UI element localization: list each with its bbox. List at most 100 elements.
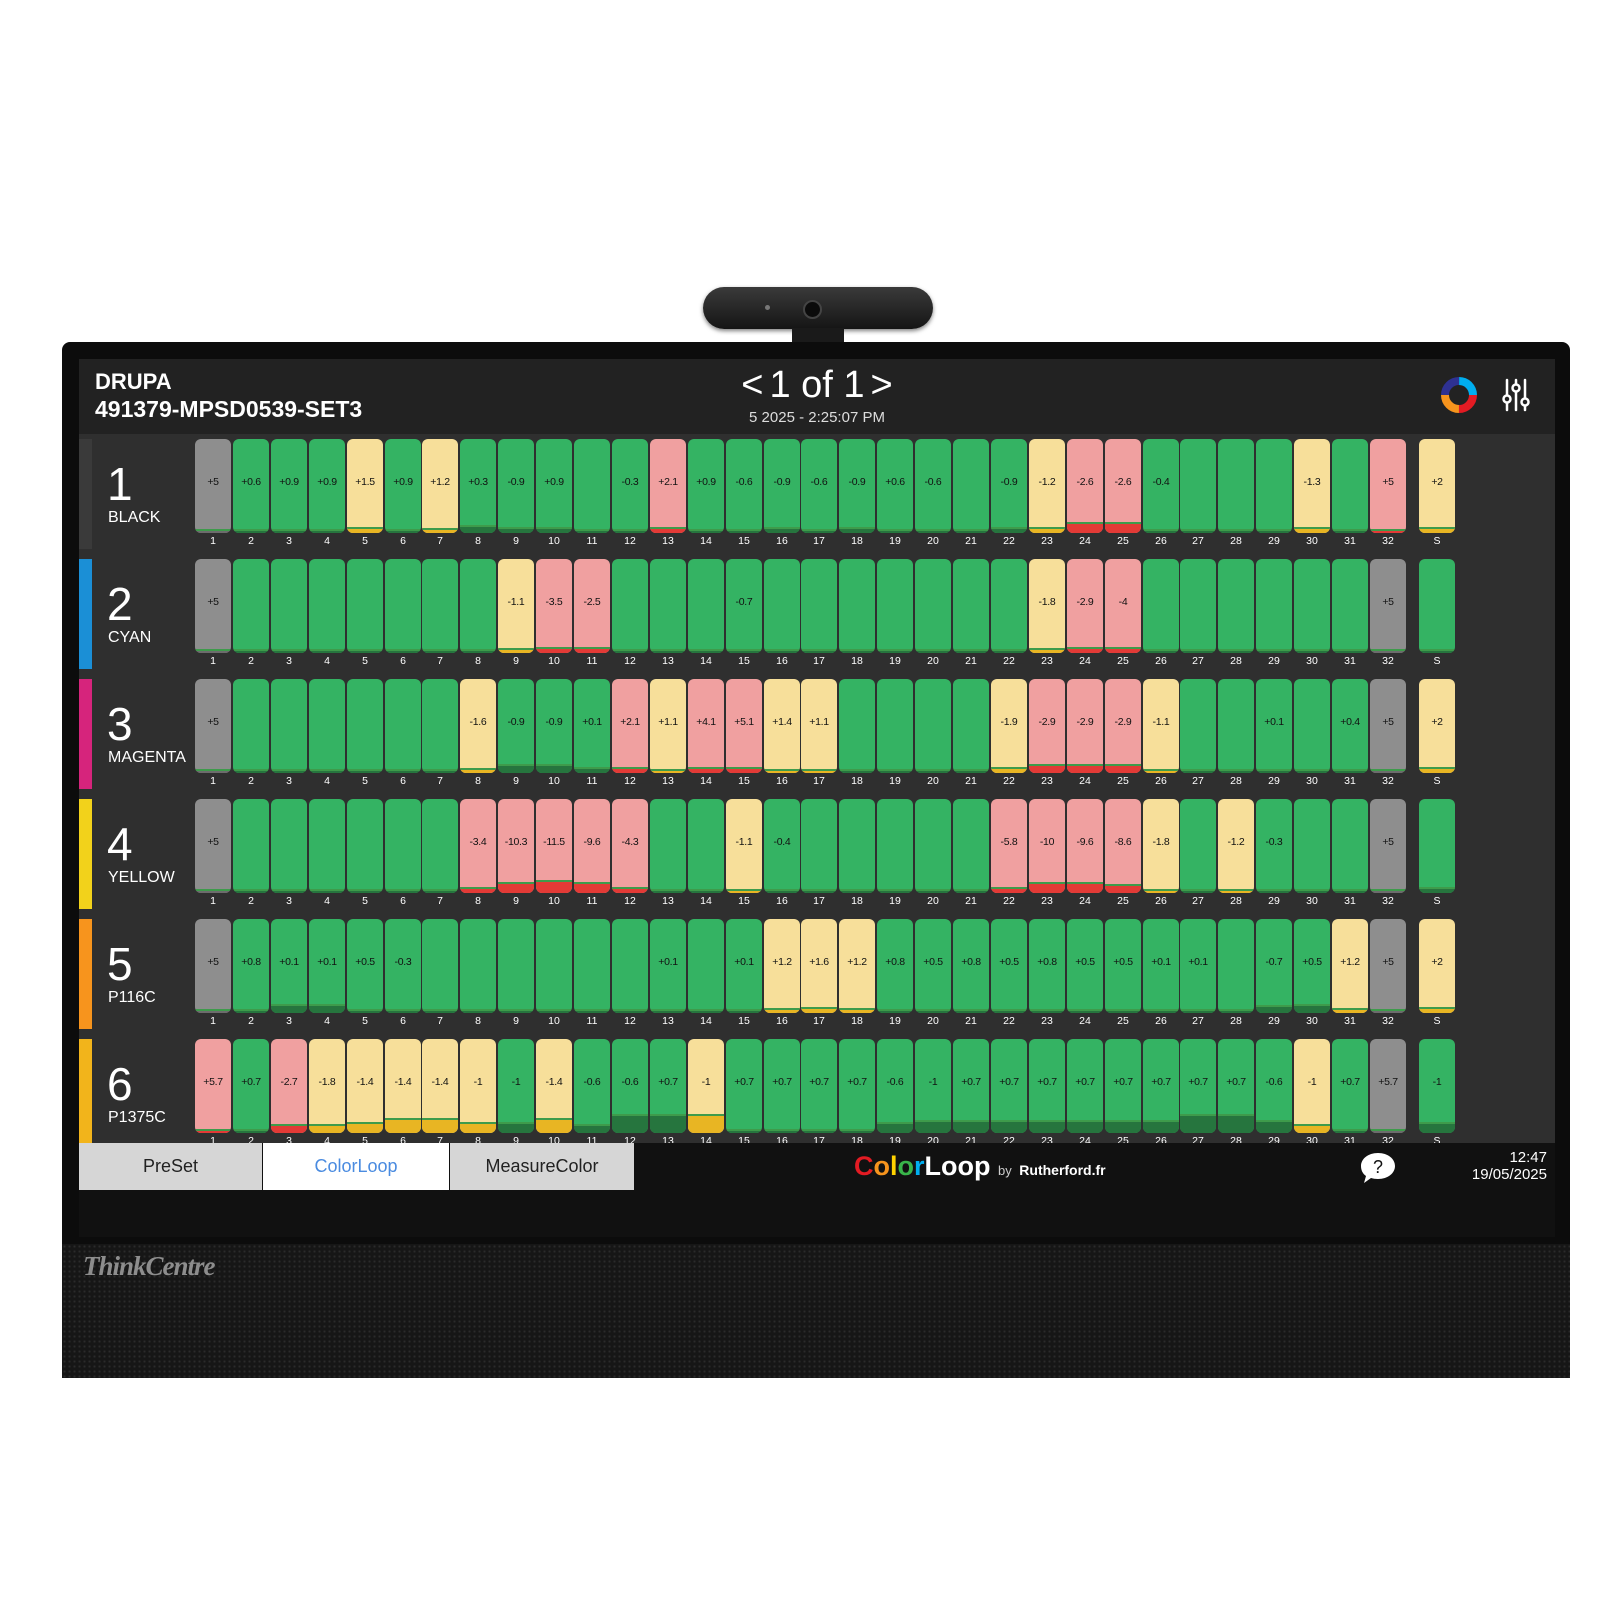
ink-zone-cell[interactable]: +5 bbox=[1370, 679, 1406, 773]
ink-zone-cell[interactable] bbox=[688, 799, 724, 893]
ink-zone-cell[interactable]: -2.9 bbox=[1067, 679, 1103, 773]
ink-zone-cell[interactable] bbox=[1180, 559, 1216, 653]
ink-zone-cell[interactable]: +0.8 bbox=[1029, 919, 1065, 1013]
ink-zone-cell[interactable]: +0.5 bbox=[347, 919, 383, 1013]
ink-zone-cell[interactable]: -10 bbox=[1029, 799, 1065, 893]
ink-zone-cell[interactable]: +0.1 bbox=[271, 919, 307, 1013]
ink-zone-cell[interactable]: -1 bbox=[1294, 1039, 1330, 1133]
ink-zone-cell[interactable]: -0.6 bbox=[612, 1039, 648, 1133]
ink-zone-cell[interactable]: -4.3 bbox=[612, 799, 648, 893]
ink-zone-cell[interactable]: -2.9 bbox=[1067, 559, 1103, 653]
ink-zone-cell[interactable]: +0.6 bbox=[233, 439, 269, 533]
ink-zone-cell[interactable]: -3.4 bbox=[460, 799, 496, 893]
ink-zone-cell[interactable]: +0.7 bbox=[650, 1039, 686, 1133]
ink-zone-cell[interactable]: -0.6 bbox=[915, 439, 951, 533]
ink-zone-cell[interactable]: -2.5 bbox=[574, 559, 610, 653]
ink-zone-cell[interactable]: +0.1 bbox=[1180, 919, 1216, 1013]
ink-zone-cell[interactable]: -1.9 bbox=[991, 679, 1027, 773]
ink-zone-cell[interactable] bbox=[839, 559, 875, 653]
ink-zone-cell[interactable]: +5 bbox=[1370, 799, 1406, 893]
ink-zone-cell[interactable]: -2.9 bbox=[1029, 679, 1065, 773]
ink-zone-cell[interactable]: +1.2 bbox=[839, 919, 875, 1013]
ink-zone-cell[interactable]: -0.6 bbox=[574, 1039, 610, 1133]
ink-zone-cell[interactable]: -10.3 bbox=[498, 799, 534, 893]
ink-zone-cell[interactable] bbox=[953, 439, 989, 533]
ink-zone-cell[interactable] bbox=[650, 559, 686, 653]
ink-zone-cell[interactable]: -8.6 bbox=[1105, 799, 1141, 893]
ink-zone-cell[interactable] bbox=[953, 799, 989, 893]
ink-zone-cell[interactable]: +5 bbox=[195, 559, 231, 653]
ink-zone-cell[interactable] bbox=[574, 439, 610, 533]
ink-zone-cell[interactable] bbox=[1218, 559, 1254, 653]
ink-zone-cell[interactable] bbox=[1294, 559, 1330, 653]
ink-zone-cell[interactable]: -1.2 bbox=[1218, 799, 1254, 893]
ink-zone-cell[interactable] bbox=[233, 799, 269, 893]
ink-zone-cell[interactable]: +5 bbox=[1370, 919, 1406, 1013]
ink-zone-cell[interactable]: +1.1 bbox=[801, 679, 837, 773]
ink-zone-cell[interactable]: -0.7 bbox=[726, 559, 762, 653]
ink-zone-cell[interactable]: +0.5 bbox=[1067, 919, 1103, 1013]
ink-zone-cell[interactable] bbox=[1218, 439, 1254, 533]
ink-zone-cell[interactable] bbox=[1180, 439, 1216, 533]
ink-zone-cell[interactable] bbox=[347, 799, 383, 893]
ink-zone-cell[interactable] bbox=[347, 679, 383, 773]
ink-zone-cell[interactable]: -1.8 bbox=[309, 1039, 345, 1133]
ink-zone-cell[interactable]: -1.3 bbox=[1294, 439, 1330, 533]
ink-zone-cell[interactable]: -2.6 bbox=[1105, 439, 1141, 533]
ink-zone-cell[interactable]: +2.1 bbox=[650, 439, 686, 533]
ink-zone-cell[interactable]: -1.4 bbox=[385, 1039, 421, 1133]
ink-zone-cell[interactable] bbox=[1294, 679, 1330, 773]
ink-zone-cell[interactable] bbox=[688, 559, 724, 653]
ink-zone-cell[interactable]: +2 bbox=[1419, 439, 1455, 533]
ink-zone-cell[interactable] bbox=[309, 799, 345, 893]
ink-zone-cell[interactable]: -1.8 bbox=[1143, 799, 1179, 893]
ink-zone-cell[interactable]: +0.7 bbox=[1029, 1039, 1065, 1133]
ink-zone-cell[interactable]: +4.1 bbox=[688, 679, 724, 773]
ink-zone-cell[interactable] bbox=[271, 799, 307, 893]
ink-zone-cell[interactable]: -0.3 bbox=[1256, 799, 1292, 893]
ink-zone-cell[interactable]: +0.8 bbox=[877, 919, 913, 1013]
ink-zone-cell[interactable]: +0.7 bbox=[1105, 1039, 1141, 1133]
ink-zone-cell[interactable]: -1.8 bbox=[1029, 559, 1065, 653]
ink-zone-cell[interactable]: +0.7 bbox=[953, 1039, 989, 1133]
ink-zone-cell[interactable]: -1.4 bbox=[347, 1039, 383, 1133]
ink-zone-cell[interactable]: +2.1 bbox=[612, 679, 648, 773]
ink-zone-cell[interactable]: -0.6 bbox=[877, 1039, 913, 1133]
ink-zone-cell[interactable]: -9.6 bbox=[1067, 799, 1103, 893]
pager-next-button[interactable]: > bbox=[865, 364, 899, 407]
ink-zone-cell[interactable] bbox=[1180, 679, 1216, 773]
ink-zone-cell[interactable] bbox=[1143, 559, 1179, 653]
ink-zone-cell[interactable] bbox=[536, 919, 572, 1013]
ink-zone-cell[interactable]: +0.4 bbox=[1332, 679, 1368, 773]
ink-zone-cell[interactable]: +0.1 bbox=[309, 919, 345, 1013]
ink-zone-cell[interactable] bbox=[1332, 799, 1368, 893]
ink-zone-cell[interactable] bbox=[422, 799, 458, 893]
ink-zone-cell[interactable]: -0.3 bbox=[385, 919, 421, 1013]
ink-zone-cell[interactable]: +0.7 bbox=[839, 1039, 875, 1133]
ink-zone-cell[interactable]: -1 bbox=[1419, 1039, 1455, 1133]
ink-zone-cell[interactable]: +0.9 bbox=[271, 439, 307, 533]
ink-zone-cell[interactable] bbox=[764, 559, 800, 653]
ink-zone-cell[interactable] bbox=[422, 919, 458, 1013]
ink-zone-cell[interactable]: +0.9 bbox=[385, 439, 421, 533]
ink-zone-cell[interactable]: -0.4 bbox=[1143, 439, 1179, 533]
ink-zone-cell[interactable]: +0.7 bbox=[801, 1039, 837, 1133]
ink-zone-cell[interactable] bbox=[460, 919, 496, 1013]
ink-zone-cell[interactable]: +0.8 bbox=[953, 919, 989, 1013]
ink-zone-cell[interactable] bbox=[953, 559, 989, 653]
ink-zone-cell[interactable]: +0.3 bbox=[460, 439, 496, 533]
ink-zone-cell[interactable]: -0.3 bbox=[612, 439, 648, 533]
ink-zone-cell[interactable]: +0.1 bbox=[726, 919, 762, 1013]
pager-prev-button[interactable]: < bbox=[735, 364, 769, 407]
ink-zone-cell[interactable] bbox=[422, 679, 458, 773]
ink-zone-cell[interactable] bbox=[839, 799, 875, 893]
ink-zone-cell[interactable] bbox=[271, 559, 307, 653]
ink-zone-cell[interactable] bbox=[1332, 559, 1368, 653]
help-chat-icon[interactable]: ? bbox=[1359, 1151, 1397, 1185]
ink-zone-cell[interactable]: +0.7 bbox=[1180, 1039, 1216, 1133]
ink-zone-cell[interactable]: +1.5 bbox=[347, 439, 383, 533]
ink-zone-cell[interactable]: +5 bbox=[195, 799, 231, 893]
ink-zone-cell[interactable] bbox=[422, 559, 458, 653]
ink-zone-cell[interactable]: +5.1 bbox=[726, 679, 762, 773]
ink-zone-cell[interactable]: +0.1 bbox=[1256, 679, 1292, 773]
